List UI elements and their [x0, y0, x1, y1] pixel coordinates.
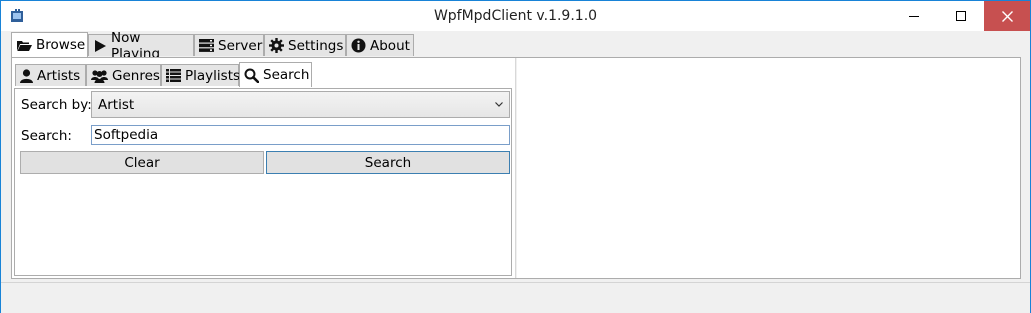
tab-search[interactable]: Search — [239, 62, 312, 87]
clear-button[interactable]: Clear — [20, 151, 264, 174]
left-pane: Artists Genres Playlists Search Search b… — [12, 58, 515, 278]
search-panel: Search by: Artist Search: Softpedia Clea… — [14, 88, 512, 276]
minimize-icon — [909, 16, 919, 17]
tab-browse-label: Browse — [36, 37, 86, 53]
tab-now-playing[interactable]: Now Playing — [88, 30, 194, 62]
tab-server-label: Server — [218, 37, 263, 54]
app-window: WpfMpdClient v.1.9.1.0 Browse Now Playin… — [0, 0, 1031, 313]
search-input[interactable]: Softpedia — [91, 125, 510, 145]
tab-artists-label: Artists — [37, 67, 81, 84]
user-icon — [20, 68, 33, 83]
list-icon — [166, 69, 181, 82]
close-button[interactable] — [984, 1, 1030, 31]
play-icon — [93, 39, 107, 53]
search-button[interactable]: Search — [266, 151, 510, 174]
users-icon — [91, 69, 108, 83]
tab-settings[interactable]: Settings — [264, 34, 346, 56]
tab-about[interactable]: About — [346, 34, 414, 56]
tab-artists[interactable]: Artists — [15, 64, 86, 86]
close-icon — [1001, 10, 1013, 22]
maximize-icon — [956, 11, 966, 21]
tab-server[interactable]: Server — [194, 34, 264, 56]
tab-about-label: About — [370, 37, 410, 54]
tab-genres-label: Genres — [112, 67, 160, 84]
maximize-button[interactable] — [938, 1, 984, 31]
tab-playlists-label: Playlists — [185, 67, 241, 84]
tab-settings-label: Settings — [288, 37, 344, 54]
info-circle-icon — [351, 38, 366, 53]
status-bar — [1, 282, 1030, 313]
search-by-label: Search by: — [21, 97, 92, 113]
server-icon — [199, 39, 214, 52]
tab-genres[interactable]: Genres — [86, 64, 161, 86]
pane-splitter-edge — [516, 58, 517, 278]
window-title: WpfMpdClient v.1.9.1.0 — [433, 8, 598, 24]
search-by-dropdown[interactable]: Artist — [91, 91, 510, 118]
minimize-button[interactable] — [891, 1, 937, 31]
search-by-value: Artist — [98, 97, 135, 113]
tab-playlists[interactable]: Playlists — [161, 64, 241, 86]
search-icon — [244, 68, 259, 83]
search-label: Search: — [21, 128, 72, 144]
browse-panel: Artists Genres Playlists Search Search b… — [11, 57, 1021, 279]
tab-browse[interactable]: Browse — [11, 32, 88, 57]
title-bar[interactable]: WpfMpdClient v.1.9.1.0 — [1, 1, 1030, 31]
gear-icon — [269, 38, 284, 53]
folder-open-icon — [16, 39, 32, 52]
tab-search-label: Search — [263, 67, 310, 83]
search-input-value: Softpedia — [94, 127, 159, 143]
chevron-down-icon — [495, 102, 503, 107]
